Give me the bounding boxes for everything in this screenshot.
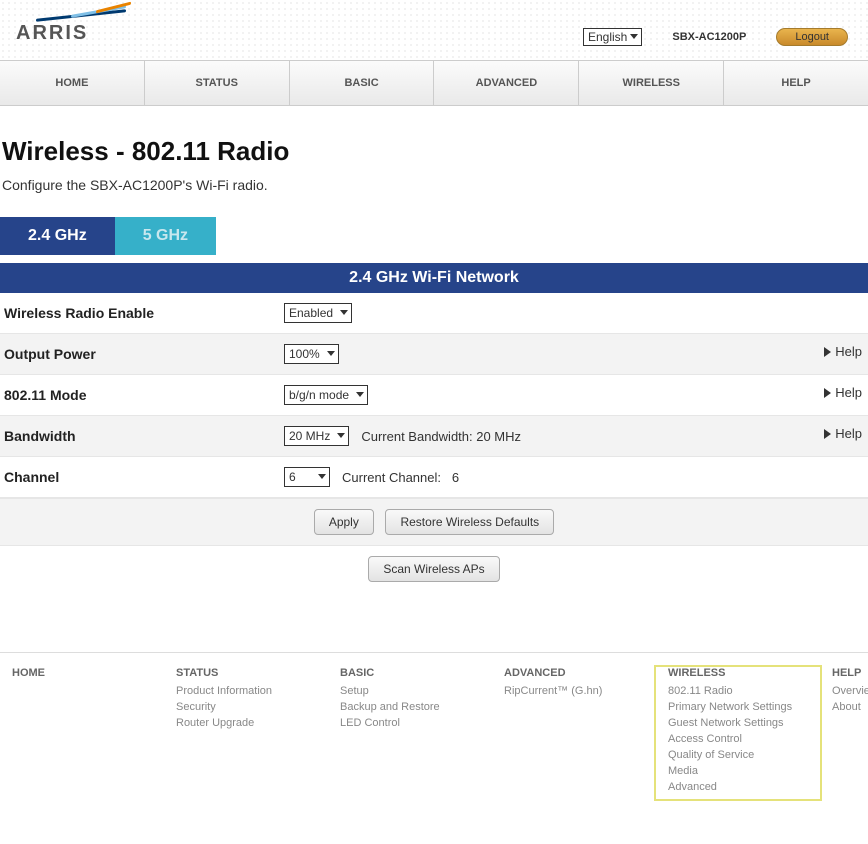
logo-swoosh-icon xyxy=(36,6,136,24)
footer-link[interactable]: Router Upgrade xyxy=(176,715,316,731)
footer-hd-wireless[interactable]: WIRELESS xyxy=(668,667,808,679)
nav-advanced[interactable]: ADVANCED xyxy=(433,61,578,105)
footer: HOME STATUS Product Information Security… xyxy=(0,652,868,829)
current-bandwidth: Current Bandwidth: 20 MHz xyxy=(361,429,521,444)
triangle-icon xyxy=(824,347,831,357)
footer-hd-help[interactable]: HELP xyxy=(832,667,868,679)
apply-button[interactable]: Apply xyxy=(314,509,374,535)
footer-hd-status[interactable]: STATUS xyxy=(176,667,316,679)
footer-link[interactable]: Product Information xyxy=(176,683,316,699)
footer-link[interactable]: Setup xyxy=(340,683,480,699)
nav-status[interactable]: STATUS xyxy=(144,61,289,105)
footer-link[interactable]: Primary Network Settings xyxy=(668,699,808,715)
scan-aps-button[interactable]: Scan Wireless APs xyxy=(368,556,499,582)
footer-link[interactable]: Access Control xyxy=(668,731,808,747)
action-bar-2: Scan Wireless APs xyxy=(0,546,868,592)
help-output-power[interactable]: Help xyxy=(824,344,862,359)
logout-button[interactable]: Logout xyxy=(776,28,848,46)
logo: ARRIS xyxy=(16,6,136,45)
footer-link[interactable]: Guest Network Settings xyxy=(668,715,808,731)
footer-link[interactable]: Media xyxy=(668,763,808,779)
footer-link[interactable]: Backup and Restore xyxy=(340,699,480,715)
row-80211-mode: 802.11 Mode b/g/n mode Help xyxy=(0,375,868,416)
footer-hd-home[interactable]: HOME xyxy=(12,667,152,679)
top-bar: ARRIS English SBX-AC1200P Logout xyxy=(0,0,868,60)
current-channel: Current Channel: 6 xyxy=(342,470,459,485)
select-output-power[interactable]: 100% xyxy=(284,344,339,364)
select-bandwidth[interactable]: 20 MHz xyxy=(284,426,349,446)
label-output-power: Output Power xyxy=(4,346,284,362)
select-80211-mode[interactable]: b/g/n mode xyxy=(284,385,368,405)
main-nav: HOME STATUS BASIC ADVANCED WIRELESS HELP xyxy=(0,60,868,106)
footer-col-advanced: ADVANCED RipCurrent™ (G.hn) xyxy=(492,667,656,799)
row-channel: Channel 6 Current Channel: 6 xyxy=(0,457,868,498)
row-radio-enable: Wireless Radio Enable Enabled xyxy=(0,293,868,334)
footer-hd-advanced[interactable]: ADVANCED xyxy=(504,667,644,679)
footer-link[interactable]: Quality of Service xyxy=(668,747,808,763)
page-title: Wireless - 802.11 Radio xyxy=(2,136,868,167)
footer-hd-basic[interactable]: BASIC xyxy=(340,667,480,679)
footer-col-wireless: WIRELESS 802.11 Radio Primary Network Se… xyxy=(656,667,820,799)
footer-link[interactable]: About xyxy=(832,699,868,715)
band-tabs: 2.4 GHz 5 GHz xyxy=(0,217,868,255)
footer-link[interactable]: 802.11 Radio xyxy=(668,683,808,699)
footer-link[interactable]: Overview xyxy=(832,683,868,699)
language-select[interactable]: English xyxy=(583,28,642,46)
page-intro: Configure the SBX-AC1200P's Wi-Fi radio. xyxy=(2,177,868,193)
tab-2-4ghz[interactable]: 2.4 GHz xyxy=(0,217,115,255)
nav-basic[interactable]: BASIC xyxy=(289,61,434,105)
footer-col-status: STATUS Product Information Security Rout… xyxy=(164,667,328,799)
label-radio-enable: Wireless Radio Enable xyxy=(4,305,284,321)
label-channel: Channel xyxy=(4,469,284,485)
triangle-icon xyxy=(824,388,831,398)
footer-link[interactable]: Advanced xyxy=(668,779,808,795)
footer-link[interactable]: LED Control xyxy=(340,715,480,731)
select-radio-enable[interactable]: Enabled xyxy=(284,303,352,323)
nav-wireless[interactable]: WIRELESS xyxy=(578,61,723,105)
label-bandwidth: Bandwidth xyxy=(4,428,284,444)
footer-link[interactable]: Security xyxy=(176,699,316,715)
help-bandwidth[interactable]: Help xyxy=(824,426,862,441)
tab-5ghz[interactable]: 5 GHz xyxy=(115,217,216,255)
logo-text: ARRIS xyxy=(16,22,136,45)
nav-home[interactable]: HOME xyxy=(0,61,144,105)
action-bar-1: Apply Restore Wireless Defaults xyxy=(0,498,868,546)
footer-col-home: HOME xyxy=(0,667,164,799)
restore-button[interactable]: Restore Wireless Defaults xyxy=(385,509,554,535)
row-bandwidth: Bandwidth 20 MHz Current Bandwidth: 20 M… xyxy=(0,416,868,457)
footer-col-basic: BASIC Setup Backup and Restore LED Contr… xyxy=(328,667,492,799)
label-80211-mode: 802.11 Mode xyxy=(4,387,284,403)
footer-col-help: HELP Overview About xyxy=(820,667,868,799)
select-channel[interactable]: 6 xyxy=(284,467,330,487)
nav-help[interactable]: HELP xyxy=(723,61,868,105)
row-output-power: Output Power 100% Help xyxy=(0,334,868,375)
help-80211-mode[interactable]: Help xyxy=(824,385,862,400)
triangle-icon xyxy=(824,429,831,439)
section-header: 2.4 GHz Wi-Fi Network xyxy=(0,263,868,293)
footer-link[interactable]: RipCurrent™ (G.hn) xyxy=(504,683,644,699)
model-label: SBX-AC1200P xyxy=(672,31,746,43)
